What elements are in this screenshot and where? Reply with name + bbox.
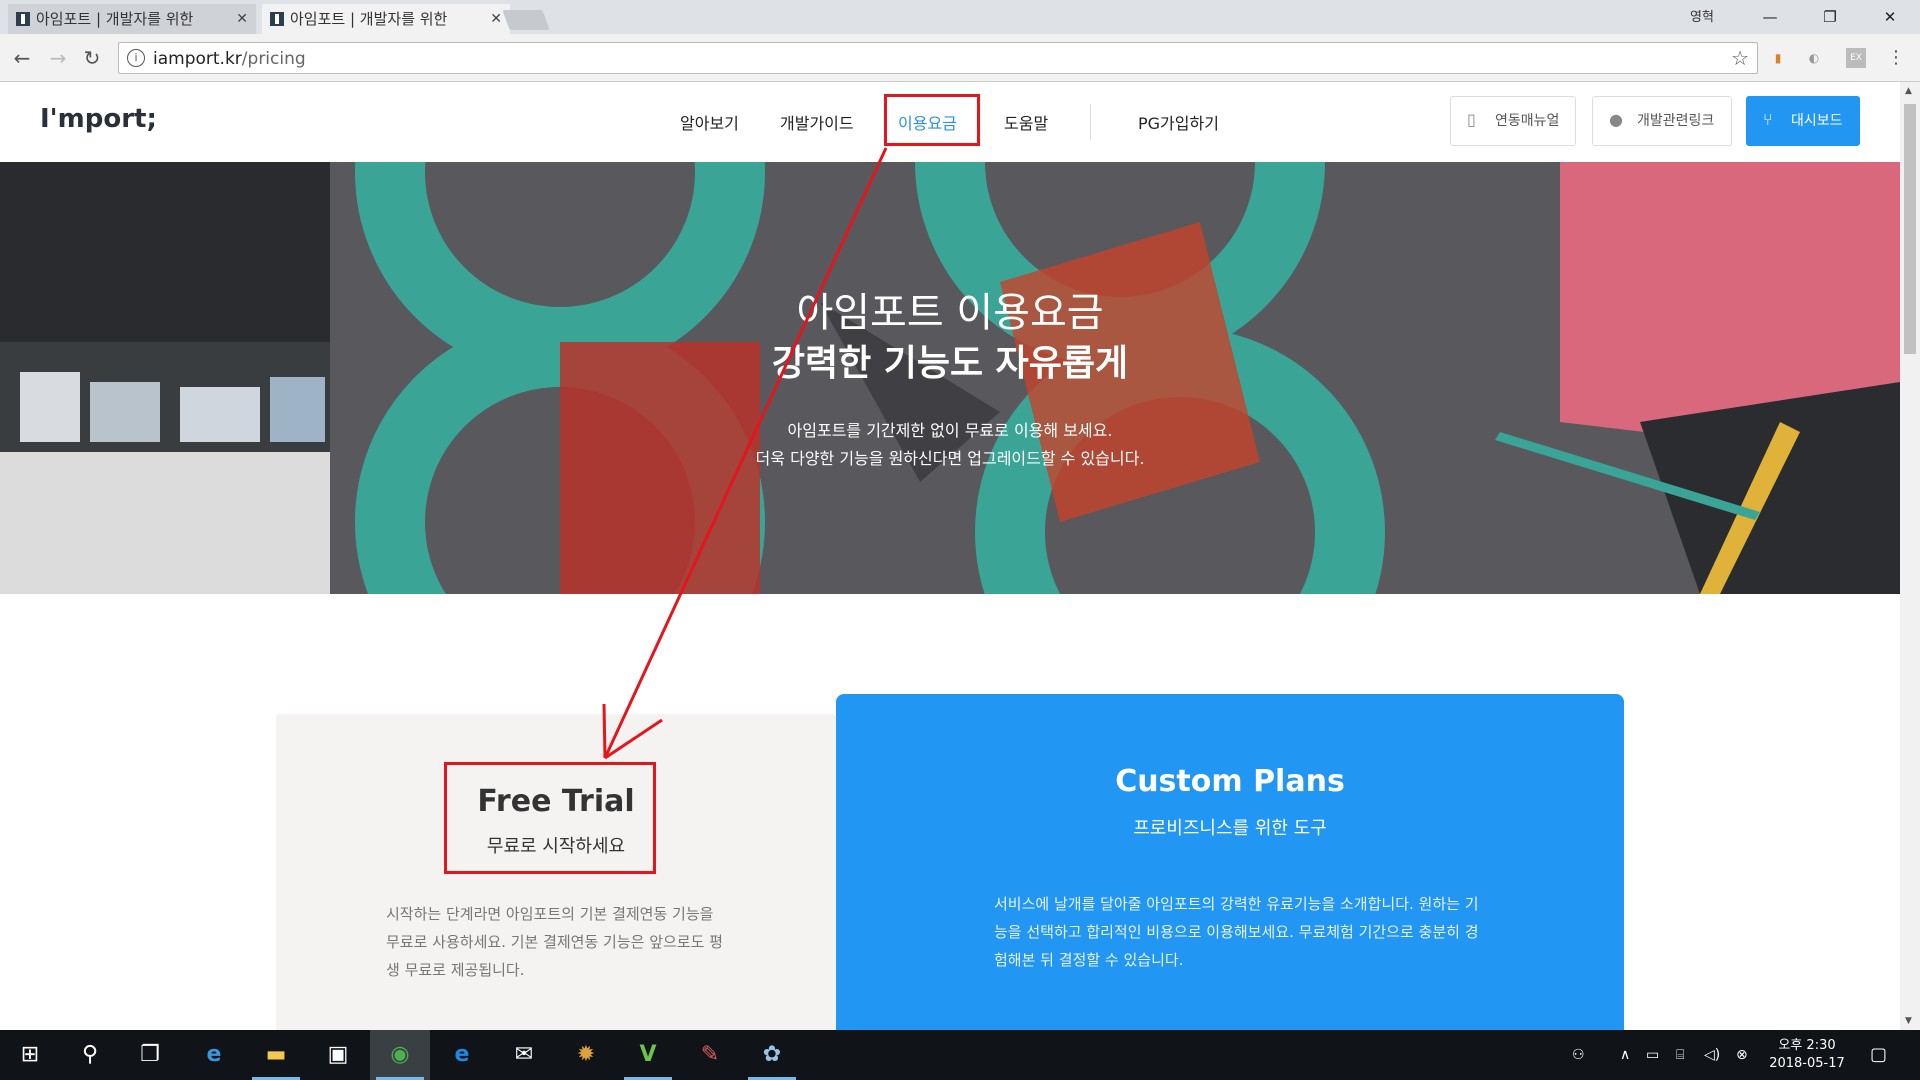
- reload-icon[interactable]: ↻: [80, 46, 104, 70]
- site-favicon-icon: [16, 12, 30, 26]
- extension-icon[interactable]: EX: [1846, 48, 1866, 68]
- book-icon: ▯: [1467, 110, 1476, 129]
- network-icon[interactable]: ⌸: [1676, 1030, 1684, 1080]
- scrollbar-thumb[interactable]: [1904, 104, 1916, 354]
- hero-subtitle: 강력한 기능도 자유롭게: [771, 343, 1129, 384]
- close-window-button[interactable]: ✕: [1860, 0, 1920, 34]
- dashboard-button[interactable]: ⑂ 대시보드: [1746, 96, 1860, 146]
- scroll-up-icon[interactable]: ▲: [1905, 86, 1912, 96]
- paint-palette-icon[interactable]: ✿: [742, 1030, 802, 1080]
- page-scrollbar[interactable]: ▲ ▼: [1900, 82, 1920, 1030]
- manual-button[interactable]: ▯ 연동매뉴얼: [1450, 96, 1576, 146]
- maximize-button[interactable]: ❐: [1800, 0, 1860, 34]
- nav-item-help[interactable]: 도움말: [1004, 110, 1048, 134]
- settings-gear-icon[interactable]: ✹: [556, 1030, 616, 1080]
- file-explorer-icon[interactable]: ▬: [246, 1030, 306, 1080]
- kebab-menu-icon[interactable]: ⋮: [1886, 48, 1906, 68]
- browser-toolbar: ← → ↻ i iamport.kr/pricing ☆ ▮ ◐ EX ⋮: [0, 34, 1920, 82]
- task-view-icon[interactable]: ❐: [120, 1030, 180, 1080]
- annotation-box-free-trial: [444, 762, 656, 874]
- ime-status-icon[interactable]: ⊗: [1736, 1030, 1748, 1080]
- custom-plans-subtitle: 프로비즈니스를 위한 도구: [1133, 818, 1327, 839]
- hero-title: 아임포트 이용요금: [796, 290, 1104, 336]
- battery-icon[interactable]: ▭: [1646, 1030, 1659, 1080]
- nav-item-about[interactable]: 알아보기: [680, 110, 739, 134]
- back-arrow-icon[interactable]: ←: [10, 46, 34, 70]
- extension-icon[interactable]: ◐: [1804, 48, 1824, 68]
- profile-label[interactable]: 영혁: [1690, 6, 1714, 25]
- tab-close-icon[interactable]: ✕: [490, 4, 502, 34]
- paint-app-icon[interactable]: ✎: [680, 1030, 740, 1080]
- url-text[interactable]: iamport.kr/pricing: [153, 49, 306, 69]
- mail-icon[interactable]: ✉: [494, 1030, 554, 1080]
- vim-editor-icon[interactable]: V: [618, 1030, 678, 1080]
- nav-divider: [1090, 104, 1091, 140]
- chrome-icon[interactable]: ◉: [370, 1030, 430, 1080]
- address-bar[interactable]: i iamport.kr/pricing ☆: [118, 42, 1758, 74]
- scroll-down-icon[interactable]: ▼: [1905, 1016, 1912, 1026]
- new-tab-button[interactable]: [502, 10, 550, 30]
- forward-arrow-icon[interactable]: →: [46, 46, 70, 70]
- tray-expand-icon[interactable]: ∧: [1620, 1030, 1630, 1080]
- tab-close-icon[interactable]: ✕: [236, 4, 248, 34]
- page-viewport: I'mport; 알아보기 개발가이드 이용요금 도움말 PG가입하기 ▯ 연동…: [0, 82, 1900, 1030]
- browser-tab-strip: 아임포트 | 개발자를 위한 ✕ 아임포트 | 개발자를 위한 ✕ 영혁 — ❐…: [0, 0, 1920, 34]
- tab-title: 아임포트 | 개발자를 위한: [290, 10, 448, 28]
- hero-banner: 아임포트 이용요금 강력한 기능도 자유롭게 아임포트를 기간제한 없이 무료로…: [0, 162, 1900, 594]
- hero-description: 아임포트를 기간제한 없이 무료로 이용해 보세요. 더욱 다양한 기능을 원하…: [755, 421, 1145, 468]
- nav-item-pg-signup[interactable]: PG가입하기: [1138, 110, 1219, 134]
- search-icon[interactable]: ⚲: [60, 1030, 120, 1080]
- custom-plans-title: Custom Plans: [1115, 764, 1345, 799]
- custom-plans-card: Custom Plans 프로비즈니스를 위한 도구 서비스에 날개를 달아줄 …: [836, 694, 1624, 1030]
- github-icon: ●: [1609, 110, 1623, 129]
- browser-tab-active[interactable]: 아임포트 | 개발자를 위한 ✕: [262, 4, 510, 34]
- nav-item-dev-guide[interactable]: 개발가이드: [780, 110, 854, 134]
- tab-title: 아임포트 | 개발자를 위한: [36, 10, 194, 28]
- volume-icon[interactable]: ◁): [1704, 1030, 1720, 1080]
- system-clock[interactable]: 오후 2:30 2018-05-17: [1762, 1037, 1852, 1073]
- info-icon[interactable]: i: [127, 49, 145, 67]
- windows-taskbar: ⊞ ⚲ ❐ e ▬ ▣ ◉ e ✉ ✹ V ✎ ✿ ⚇ ∧ ▭ ⌸ ◁) ⊗ 오…: [0, 1030, 1920, 1080]
- internet-explorer-icon[interactable]: e: [432, 1030, 492, 1080]
- free-trial-description: 시작하는 단계라면 아임포트의 기본 결제연동 기능을 무료로 사용하세요. 기…: [386, 905, 723, 979]
- people-icon[interactable]: ⚇: [1572, 1030, 1585, 1080]
- annotation-box-pricing-nav: [884, 94, 980, 146]
- windows-start-icon[interactable]: ⊞: [0, 1030, 60, 1080]
- branch-icon: ⑂: [1763, 110, 1773, 129]
- bookmark-star-icon[interactable]: ☆: [1731, 46, 1749, 70]
- site-logo[interactable]: I'mport;: [40, 104, 157, 134]
- minimize-button[interactable]: —: [1740, 0, 1800, 34]
- action-center-icon[interactable]: ▢: [1870, 1030, 1887, 1080]
- extension-icon[interactable]: ▮: [1768, 48, 1788, 68]
- dev-links-button[interactable]: ● 개발관련링크: [1592, 96, 1732, 146]
- store-icon[interactable]: ▣: [308, 1030, 368, 1080]
- custom-plans-description: 서비스에 날개를 달아줄 아임포트의 강력한 유료기능을 소개합니다. 원하는 …: [994, 895, 1479, 969]
- site-favicon-icon: [270, 12, 284, 26]
- browser-tab[interactable]: 아임포트 | 개발자를 위한 ✕: [8, 4, 256, 34]
- edge-browser-icon[interactable]: e: [184, 1030, 244, 1080]
